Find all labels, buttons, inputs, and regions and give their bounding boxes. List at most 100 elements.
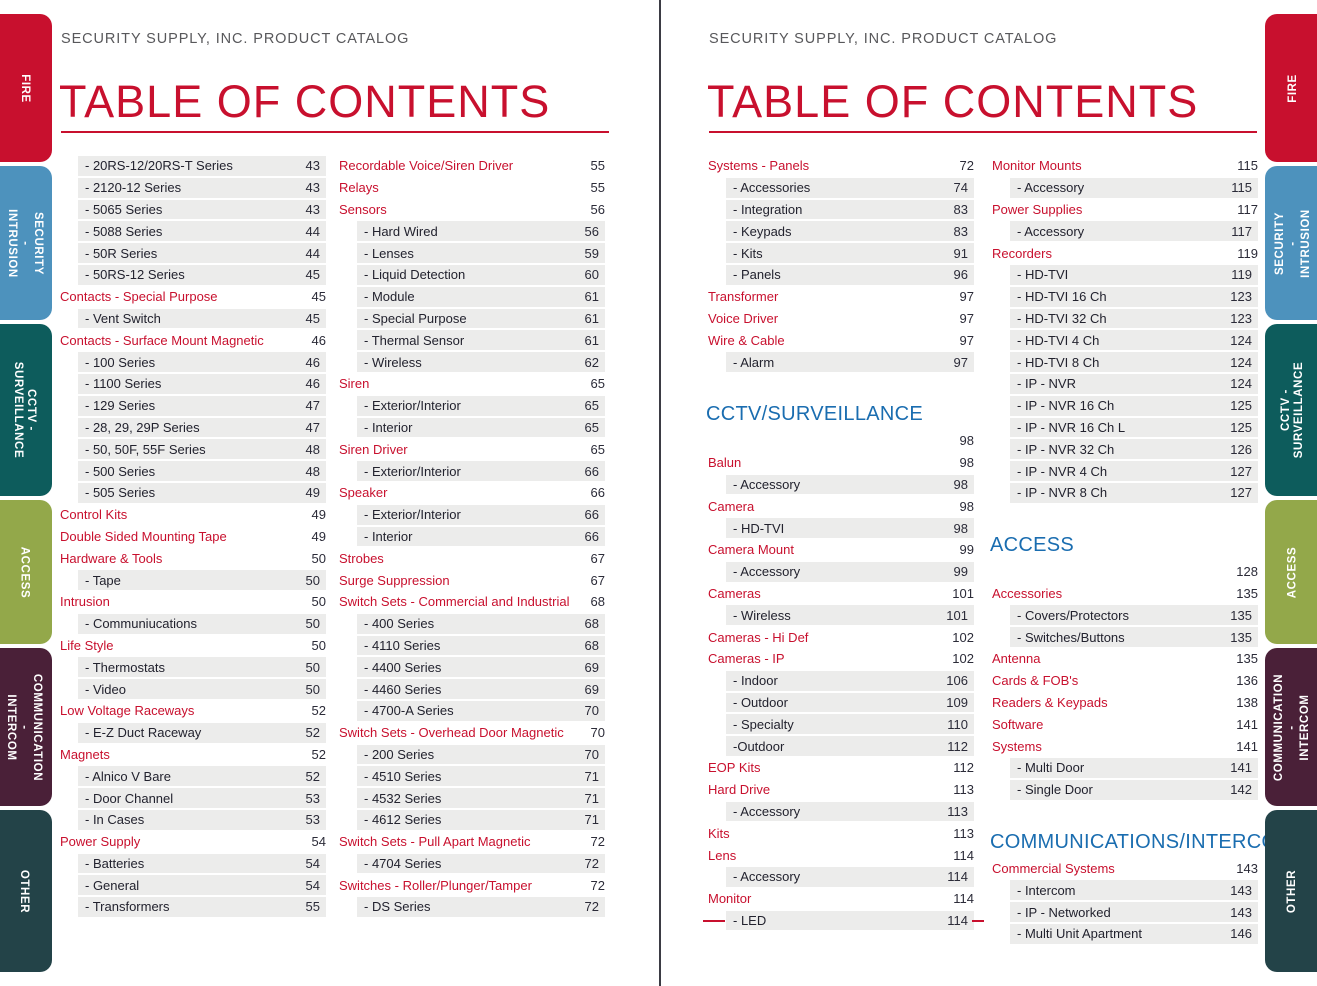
toc-entry[interactable]: Power Supplies 117 — [990, 199, 1258, 221]
toc-entry[interactable]: - Video 50 — [58, 678, 326, 700]
toc-entry[interactable]: - Accessory 114 — [706, 866, 974, 888]
toc-entry[interactable]: - 1100 Series 46 — [58, 373, 326, 395]
toc-entry[interactable]: - General 54 — [58, 874, 326, 896]
toc-entry[interactable]: - Lenses 59 — [337, 242, 605, 264]
toc-entry[interactable]: - LED 114 — [703, 910, 984, 932]
toc-entry[interactable]: Recordable Voice/Siren Driver 55 — [337, 155, 605, 177]
toc-entry[interactable]: - Transformers 55 — [58, 896, 326, 918]
toc-entry[interactable]: Cameras - Hi Def 102 — [706, 626, 974, 648]
toc-entry[interactable]: - 4110 Series 68 — [337, 635, 605, 657]
toc-entry[interactable]: - Outdoor 109 — [706, 692, 974, 714]
toc-entry[interactable]: Monitor 114 — [706, 888, 974, 910]
toc-entry[interactable]: - 50, 50F, 55F Series 48 — [58, 438, 326, 460]
toc-entry[interactable]: - 400 Series 68 — [337, 613, 605, 635]
category-tab-other[interactable]: OTHER — [0, 810, 52, 972]
toc-entry[interactable]: - Integration 83 — [706, 199, 974, 221]
category-tab-access[interactable]: ACCESS — [1265, 500, 1317, 644]
toc-entry[interactable]: - Accessory 99 — [706, 561, 974, 583]
toc-entry[interactable]: - Special Purpose 61 — [337, 308, 605, 330]
toc-entry[interactable]: - HD-TVI 32 Ch 123 — [990, 308, 1258, 330]
toc-entry[interactable]: - IP - NVR 124 — [990, 373, 1258, 395]
toc-entry[interactable]: Contacts - Surface Mount Magnetic 46 — [58, 329, 326, 351]
toc-entry[interactable]: - Communiucations 50 — [58, 613, 326, 635]
toc-entry[interactable]: - Single Door 142 — [990, 779, 1258, 801]
toc-entry[interactable]: Siren Driver 65 — [337, 438, 605, 460]
toc-entry[interactable]: Readers & Keypads 138 — [990, 692, 1258, 714]
toc-entry[interactable]: Software 141 — [990, 713, 1258, 735]
toc-entry[interactable]: - Interior 65 — [337, 417, 605, 439]
toc-entry[interactable]: Life Style 50 — [58, 635, 326, 657]
toc-entry[interactable]: Monitor Mounts 115 — [990, 155, 1258, 177]
toc-entry[interactable]: - Vent Switch 45 — [58, 308, 326, 330]
toc-entry[interactable]: Recorders 119 — [990, 242, 1258, 264]
toc-entry[interactable]: - 5088 Series 44 — [58, 220, 326, 242]
toc-entry[interactable]: - 4700-A Series 70 — [337, 700, 605, 722]
toc-entry[interactable]: - Hard Wired 56 — [337, 220, 605, 242]
toc-entry[interactable]: - 4460 Series 69 — [337, 678, 605, 700]
toc-entry[interactable]: - 100 Series 46 — [58, 351, 326, 373]
toc-entry[interactable]: Cameras - IP 102 — [706, 648, 974, 670]
toc-entry[interactable]: - Covers/Protectors 135 — [990, 604, 1258, 626]
category-tab-cctv-surveillance[interactable]: CCTV - SURVEILLANCE — [0, 324, 52, 496]
toc-entry[interactable]: Control Kits 49 — [58, 504, 326, 526]
toc-entry[interactable]: 128 — [990, 561, 1258, 583]
toc-entry[interactable]: - 4612 Series 71 — [337, 809, 605, 831]
toc-entry[interactable]: - Intercom 143 — [990, 879, 1258, 901]
toc-entry[interactable]: - Accessory 117 — [990, 220, 1258, 242]
category-tab-communication-intercom[interactable]: COMMUNICATION - INTERCOM — [0, 648, 52, 806]
toc-entry[interactable]: Siren 65 — [337, 373, 605, 395]
toc-entry[interactable]: Magnets 52 — [58, 744, 326, 766]
toc-entry[interactable]: Accessories 135 — [990, 583, 1258, 605]
toc-entry[interactable]: Sensors 56 — [337, 199, 605, 221]
toc-entry[interactable]: - Thermostats 50 — [58, 656, 326, 678]
category-tab-communication-intercom[interactable]: COMMUNICATION - INTERCOM — [1265, 648, 1317, 806]
toc-entry[interactable]: Switch Sets - Commercial and Industrial 6… — [337, 591, 605, 613]
toc-entry[interactable]: - Accessory 98 — [706, 474, 974, 496]
toc-entry[interactable]: Contacts - Special Purpose 45 — [58, 286, 326, 308]
toc-entry[interactable]: Speaker 66 — [337, 482, 605, 504]
category-tab-access[interactable]: ACCESS — [0, 500, 52, 644]
toc-entry[interactable]: - Interior 66 — [337, 526, 605, 548]
toc-entry[interactable]: - 20RS-12/20RS-T Series 43 — [58, 155, 326, 177]
toc-entry[interactable]: - HD-TVI 4 Ch 124 — [990, 329, 1258, 351]
toc-entry[interactable]: - Accessory 113 — [706, 801, 974, 823]
toc-entry[interactable]: - IP - NVR 4 Ch 127 — [990, 460, 1258, 482]
toc-entry[interactable]: - Wireless 101 — [706, 604, 974, 626]
toc-entry[interactable]: Intrusion 50 — [58, 591, 326, 613]
toc-entry[interactable]: - Module 61 — [337, 286, 605, 308]
toc-entry[interactable]: Wire & Cable 97 — [706, 329, 974, 351]
toc-entry[interactable]: Transformer 97 — [706, 286, 974, 308]
toc-entry[interactable]: - IP - NVR 16 Ch L 125 — [990, 417, 1258, 439]
toc-entry[interactable]: - 4532 Series 71 — [337, 787, 605, 809]
toc-entry[interactable]: - 50RS-12 Series 45 — [58, 264, 326, 286]
toc-entry[interactable]: - Alarm 97 — [706, 351, 974, 373]
toc-entry[interactable]: - DS Series 72 — [337, 896, 605, 918]
toc-entry[interactable]: - 4510 Series 71 — [337, 765, 605, 787]
toc-entry[interactable]: - 5065 Series 43 — [58, 199, 326, 221]
toc-entry[interactable]: - Multi Door 141 — [990, 757, 1258, 779]
toc-entry[interactable]: Balun 98 — [706, 452, 974, 474]
toc-entry[interactable]: - Multi Unit Apartment 146 — [990, 923, 1258, 945]
toc-entry[interactable]: Kits 113 — [706, 822, 974, 844]
toc-entry[interactable]: EOP Kits 112 — [706, 757, 974, 779]
toc-entry[interactable]: Power Supply 54 — [58, 831, 326, 853]
toc-entry[interactable]: Systems - Panels 72 — [706, 155, 974, 177]
toc-entry[interactable]: Antenna 135 — [990, 648, 1258, 670]
toc-entry[interactable]: - Accessory 115 — [990, 177, 1258, 199]
toc-entry[interactable]: - HD-TVI 98 — [706, 517, 974, 539]
toc-entry[interactable]: -Outdoor 112 — [706, 735, 974, 757]
toc-entry[interactable]: Hard Drive 113 — [706, 779, 974, 801]
toc-entry[interactable]: - Indoor 106 — [706, 670, 974, 692]
category-tab-security-intrusion[interactable]: SECURITY - INTRUSION — [0, 166, 52, 320]
toc-entry[interactable]: Hardware & Tools 50 — [58, 547, 326, 569]
toc-entry[interactable]: Camera Mount 99 — [706, 539, 974, 561]
toc-entry[interactable]: - 2120-12 Series 43 — [58, 177, 326, 199]
toc-entry[interactable]: - IP - NVR 16 Ch 125 — [990, 395, 1258, 417]
toc-entry[interactable]: - Door Channel 53 — [58, 787, 326, 809]
toc-entry[interactable]: 98 — [706, 430, 974, 452]
toc-entry[interactable]: - Accessories 74 — [706, 177, 974, 199]
toc-entry[interactable]: Double Sided Mounting Tape 49 — [58, 526, 326, 548]
toc-entry[interactable]: Surge Suppression 67 — [337, 569, 605, 591]
toc-entry[interactable]: - Batteries 54 — [58, 853, 326, 875]
toc-entry[interactable]: Strobes 67 — [337, 547, 605, 569]
